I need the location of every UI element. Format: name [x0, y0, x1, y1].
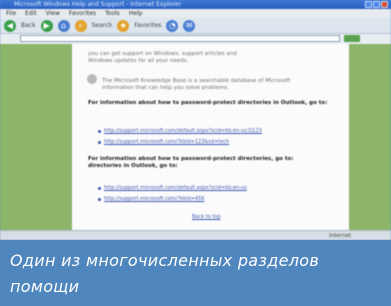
- back-to-top-link[interactable]: Back to top: [192, 214, 221, 220]
- menu-tools[interactable]: Tools: [105, 9, 120, 18]
- section-heading-2-cont: directories in Outlook, go to:: [88, 163, 178, 169]
- caption-text: Один из многочисленных разделов помощи: [10, 251, 320, 296]
- close-button[interactable]: [381, 1, 388, 8]
- back-label[interactable]: Back: [21, 22, 36, 29]
- status-bar: Internet: [0, 230, 391, 240]
- address-input[interactable]: [20, 35, 340, 42]
- right-margin-panel: [349, 44, 391, 230]
- menu-favorites[interactable]: Favorites: [69, 9, 96, 18]
- kb-link-3[interactable]: http://support.microsoft.com/default.asp…: [104, 185, 247, 191]
- left-margin-panel: [0, 44, 72, 230]
- caption-panel: Один из многочисленных разделов помощи: [0, 240, 391, 306]
- intro-line-2: Windows updates for all your needs.: [88, 58, 189, 64]
- minimize-button[interactable]: [365, 1, 372, 8]
- intro-line-1: you can get support on Windows, support …: [88, 51, 237, 57]
- toolbar: ◀ Back ▶ ⌂ ⌕ Search ★ Favorites ◔ ✉: [0, 18, 391, 34]
- menu-help[interactable]: Help: [129, 9, 143, 18]
- tip-line-2: information that can help you solve prob…: [102, 85, 230, 91]
- home-icon[interactable]: ⌂: [57, 19, 70, 32]
- link-bullet: [98, 198, 101, 201]
- section-heading-1: For information about how to password-pr…: [88, 100, 328, 106]
- mail-icon[interactable]: ✉: [183, 19, 196, 32]
- favorites-label[interactable]: Favorites: [134, 22, 161, 29]
- forward-icon[interactable]: ▶: [40, 19, 53, 32]
- status-zone: Internet: [329, 233, 351, 239]
- menu-bar: File Edit View Favorites Tools Help: [0, 9, 391, 18]
- favorites-icon[interactable]: ★: [117, 19, 130, 32]
- tip-line-1: The Microsoft Knowledge Base is a search…: [102, 78, 291, 84]
- search-label[interactable]: Search: [92, 22, 113, 29]
- kb-link-1[interactable]: http://support.microsoft.com/default.asp…: [104, 128, 262, 134]
- link-bullet: [98, 141, 101, 144]
- browser-screenshot: Microsoft Windows Help and Support - Int…: [0, 0, 391, 240]
- link-bullet: [98, 130, 101, 133]
- menu-view[interactable]: View: [46, 9, 60, 18]
- section-heading-2: For information about how to password-pr…: [88, 156, 294, 162]
- go-button[interactable]: [344, 35, 360, 42]
- menu-edit[interactable]: Edit: [25, 9, 37, 18]
- window-title: Microsoft Windows Help and Support - Int…: [14, 1, 182, 8]
- kb-link-2[interactable]: http://support.microsoft.com/?kbid=123&s…: [104, 139, 229, 145]
- tip-icon: [87, 74, 97, 84]
- back-icon[interactable]: ◀: [4, 19, 16, 32]
- help-page-content: you can get support on Windows, support …: [72, 44, 349, 230]
- search-icon[interactable]: ⌕: [74, 19, 87, 32]
- history-icon[interactable]: ◔: [166, 19, 179, 32]
- maximize-button[interactable]: [373, 1, 380, 8]
- kb-link-4[interactable]: http://support.microsoft.com/?kbid=456: [104, 196, 204, 202]
- title-bar: Microsoft Windows Help and Support - Int…: [0, 0, 391, 9]
- window-controls: [365, 1, 388, 8]
- menu-file[interactable]: File: [6, 9, 16, 18]
- link-bullet: [98, 187, 101, 190]
